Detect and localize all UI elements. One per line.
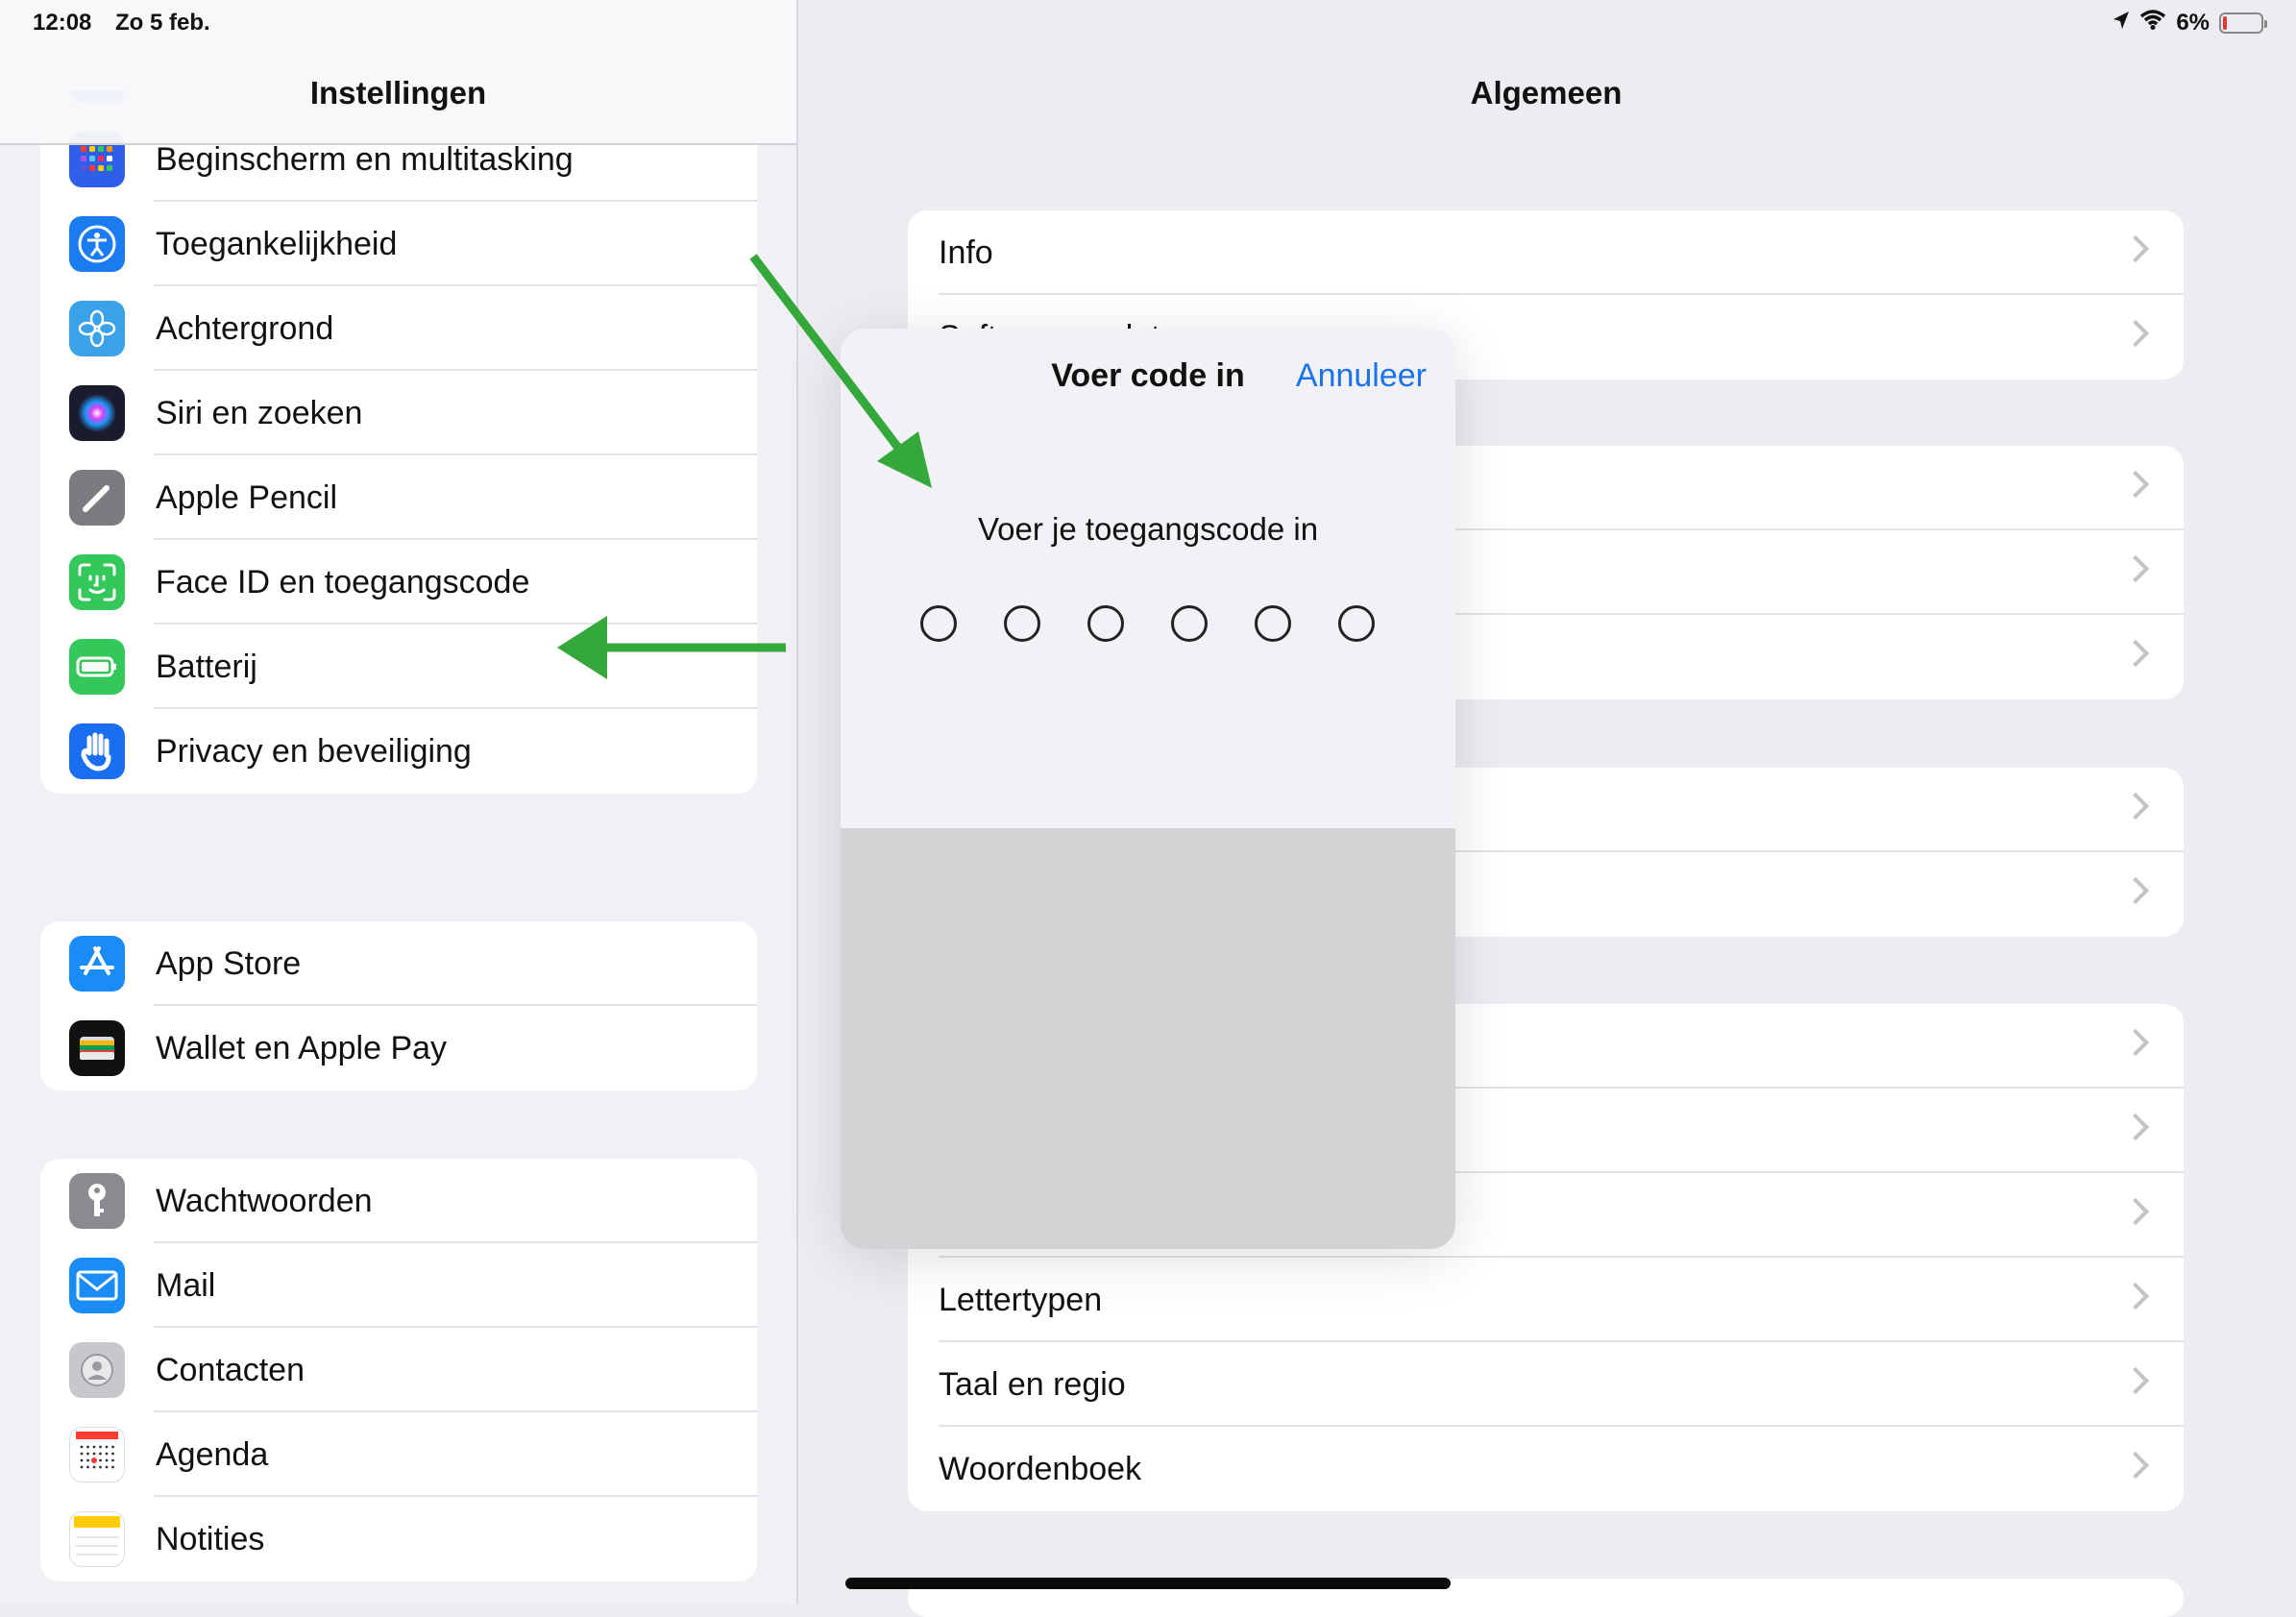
sidebar-item-label: Wachtwoorden xyxy=(156,1182,373,1219)
general-row-language-region[interactable]: Taal en regio xyxy=(908,1342,2184,1427)
settings-group-1: AA Scherm en helderheid Beginscherm en m… xyxy=(40,90,757,794)
settings-sidebar: Instellingen AA Scherm en helderheid Beg… xyxy=(0,0,798,1605)
face-id-icon xyxy=(69,554,125,610)
sidebar-item-wallpaper[interactable]: Achtergrond xyxy=(40,286,757,371)
status-bar: 12:08 Zo 5 feb. 6% xyxy=(0,0,2296,48)
sidebar-item-contacts[interactable]: Contacten xyxy=(40,1328,757,1412)
sidebar-item-label: Siri en zoeken xyxy=(156,394,363,431)
sidebar-item-label: Apple Pencil xyxy=(156,478,338,516)
page-title: Algemeen xyxy=(1470,75,1623,110)
chevron-right-icon xyxy=(2121,234,2150,263)
passcode-dot xyxy=(1255,605,1291,642)
sidebar-item-label: Privacy en beveiliging xyxy=(156,732,472,770)
chevron-right-icon xyxy=(2121,1113,2150,1141)
sidebar-item-label: Mail xyxy=(156,1266,216,1304)
sidebar-item-label: Face ID en toegangscode xyxy=(156,563,530,600)
keyboard-area[interactable] xyxy=(841,828,1455,1249)
contacts-icon xyxy=(69,1342,125,1398)
home-indicator[interactable] xyxy=(845,1578,1451,1589)
chevron-right-icon xyxy=(2121,792,2150,821)
general-row-dictionary[interactable]: Woordenboek xyxy=(908,1427,2184,1511)
sidebar-item-key[interactable]: Wachtwoorden xyxy=(40,1159,757,1243)
sidebar-item-privacy-hand[interactable]: Privacy en beveiliging xyxy=(40,709,757,794)
modal-content: Voer code in Annuleer Voer je toegangsco… xyxy=(841,329,1455,828)
status-time: 12:08 xyxy=(33,10,92,36)
sidebar-item-app-store[interactable]: App Store xyxy=(40,921,757,1006)
passcode-dot xyxy=(920,605,957,642)
sidebar-item-label: Notities xyxy=(156,1520,265,1557)
row-label: Info xyxy=(939,233,993,271)
location-icon xyxy=(2113,10,2130,37)
general-row-fonts[interactable]: Lettertypen xyxy=(908,1258,2184,1342)
passcode-dots[interactable] xyxy=(920,605,1375,642)
chevron-right-icon xyxy=(2121,319,2150,348)
sidebar-item-notes[interactable]: Notities xyxy=(40,1497,757,1581)
passcode-prompt: Voer je toegangscode in xyxy=(977,511,1319,547)
chevron-right-icon xyxy=(2121,1197,2150,1226)
passcode-dot xyxy=(1171,605,1208,642)
sidebar-item-label: Agenda xyxy=(156,1435,269,1473)
chevron-right-icon xyxy=(2121,639,2150,668)
sidebar-item-siri[interactable]: Siri en zoeken xyxy=(40,371,757,455)
sidebar-item-pencil[interactable]: Apple Pencil xyxy=(40,455,757,540)
passcode-dot xyxy=(1338,605,1375,642)
row-label: Woordenboek xyxy=(939,1450,1142,1487)
sidebar-item-label: Batterij xyxy=(156,648,257,685)
chevron-right-icon xyxy=(2121,1451,2150,1480)
app-store-icon xyxy=(69,936,125,992)
sidebar-item-label: Toegankelijkheid xyxy=(156,225,398,262)
accessibility-icon xyxy=(69,216,125,272)
battery-icon xyxy=(69,639,125,695)
sidebar-item-label: Wallet en Apple Pay xyxy=(156,1029,448,1066)
pencil-icon xyxy=(69,470,125,526)
chevron-right-icon xyxy=(2121,1282,2150,1311)
sidebar-item-battery[interactable]: Batterij xyxy=(40,625,757,709)
wallpaper-icon xyxy=(69,301,125,356)
sidebar-item-label: Achtergrond xyxy=(156,309,334,347)
settings-group-2: App Store Wallet en Apple Pay xyxy=(40,921,757,1090)
wallet-icon xyxy=(69,1020,125,1076)
sidebar-item-face-id[interactable]: Face ID en toegangscode xyxy=(40,540,757,625)
passcode-dot xyxy=(1004,605,1040,642)
sidebar-title: Instellingen xyxy=(309,75,487,110)
privacy-hand-icon xyxy=(69,723,125,779)
notes-icon xyxy=(69,1511,125,1567)
status-date: Zo 5 feb. xyxy=(115,10,210,36)
chevron-right-icon xyxy=(2121,1366,2150,1395)
chevron-right-icon xyxy=(2121,470,2150,499)
calendar-icon xyxy=(69,1427,125,1482)
passcode-dot xyxy=(1087,605,1124,642)
passcode-modal: Voer code in Annuleer Voer je toegangsco… xyxy=(841,329,1455,1249)
key-icon xyxy=(69,1173,125,1229)
row-label: Lettertypen xyxy=(939,1281,1103,1318)
sidebar-item-label: App Store xyxy=(156,944,302,982)
battery-status-icon xyxy=(2219,12,2267,34)
sidebar-item-label: Beginscherm en multitasking xyxy=(156,140,574,178)
chevron-right-icon xyxy=(2121,876,2150,905)
sidebar-item-accessibility[interactable]: Toegankelijkheid xyxy=(40,202,757,286)
mail-icon xyxy=(69,1258,125,1313)
settings-group-3: Wachtwoorden Mail Contacten Agenda Notit… xyxy=(40,1159,757,1581)
cancel-button[interactable]: Annuleer xyxy=(1296,357,1427,395)
siri-icon xyxy=(69,385,125,441)
sidebar-item-wallet[interactable]: Wallet en Apple Pay xyxy=(40,1006,757,1090)
sidebar-item-calendar[interactable]: Agenda xyxy=(40,1412,757,1497)
general-row-info[interactable]: Info xyxy=(908,210,2184,295)
status-right: 6% xyxy=(2113,9,2267,37)
chevron-right-icon xyxy=(2121,1028,2150,1057)
chevron-right-icon xyxy=(2121,554,2150,583)
sidebar-item-label: Contacten xyxy=(156,1351,305,1388)
sidebar-item-mail[interactable]: Mail xyxy=(40,1243,757,1328)
battery-percentage: 6% xyxy=(2176,9,2210,36)
wifi-icon xyxy=(2139,9,2166,37)
row-label: Taal en regio xyxy=(939,1365,1126,1403)
